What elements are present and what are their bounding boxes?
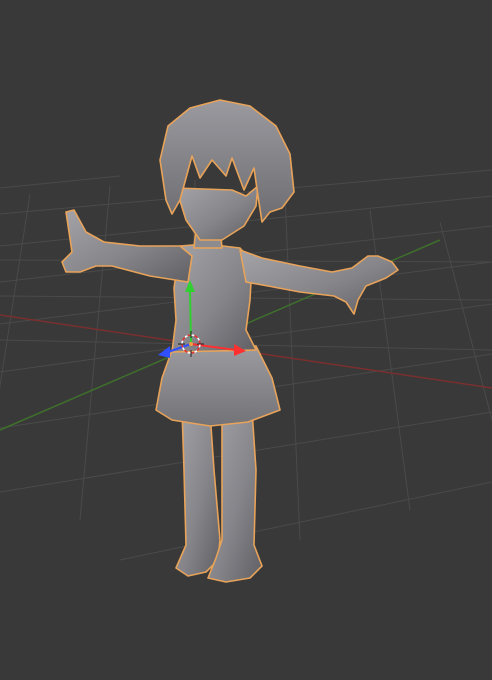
skirt	[155, 345, 281, 427]
viewport-canvas[interactable]	[0, 0, 492, 680]
left-arm	[61, 209, 193, 283]
character-mesh[interactable]	[61, 99, 399, 583]
head	[175, 185, 259, 241]
right-arm	[239, 249, 399, 315]
left-leg	[175, 409, 221, 577]
3d-viewport[interactable]	[0, 0, 492, 680]
